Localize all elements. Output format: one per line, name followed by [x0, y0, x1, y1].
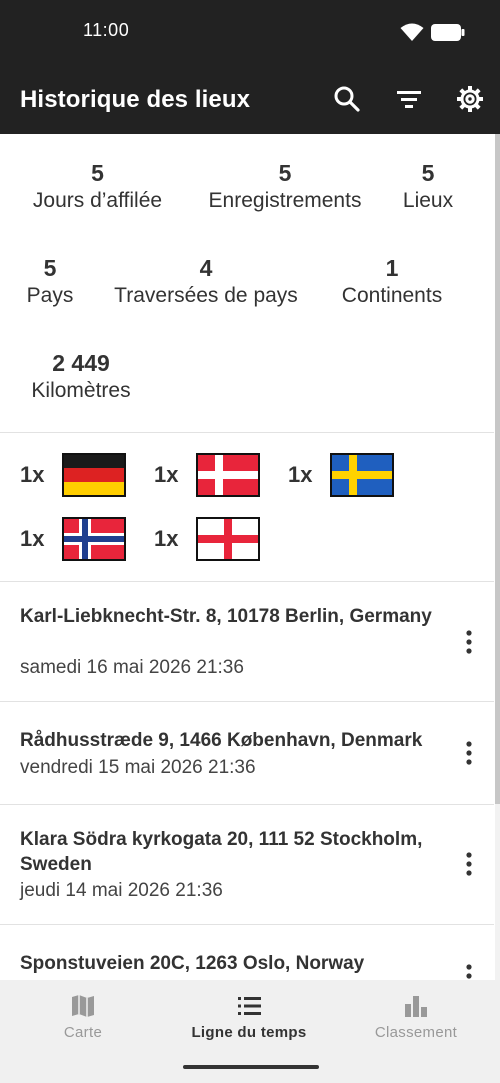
flag-item-denmark: 1x — [154, 453, 260, 497]
list-item[interactable]: Klara Södra kyrkogata 20, 111 52 Stockho… — [0, 805, 494, 924]
entry-address: Klara Södra kyrkogata 20, 111 52 Stockho… — [20, 829, 423, 875]
battery-icon — [431, 24, 465, 41]
norway-flag-icon — [62, 517, 126, 561]
entry-address: Rådhusstræde 9, 1466 København, Denmark — [20, 730, 423, 751]
more-vert-icon[interactable] — [459, 629, 479, 655]
map-icon — [72, 995, 94, 1017]
nav-label: Classement — [374, 1024, 458, 1041]
flag-count: 1x — [154, 462, 179, 487]
nav-item-map[interactable]: Carte — [0, 992, 166, 1041]
filter-icon[interactable] — [394, 84, 424, 114]
sweden-flag-icon — [330, 453, 394, 497]
home-indicator[interactable] — [183, 1065, 319, 1069]
stat-value: 5 — [421, 160, 435, 186]
entry-date: vendredi 15 mai 2026 21:36 — [20, 757, 256, 778]
entry-date: samedi 16 mai 2026 21:36 — [20, 657, 244, 678]
flag-item-sweden: 1x — [288, 453, 394, 497]
more-vert-icon[interactable] — [459, 963, 479, 980]
list-item[interactable]: Sponstuveien 20C, 1263 Oslo, Norway — [0, 925, 494, 980]
list-icon — [238, 997, 261, 1015]
stat-value: 5 — [43, 255, 57, 281]
stat-country-crossings: 4 Traversées de pays — [100, 254, 312, 310]
germany-flag-icon — [62, 453, 126, 497]
flag-count: 1x — [288, 462, 313, 487]
list-item[interactable]: Karl-Liebknecht-Str. 8, 10178 Berlin, Ge… — [0, 582, 494, 701]
flag-item-germany: 1x — [20, 453, 126, 497]
page-title: Historique des lieux — [20, 86, 251, 113]
nav-label: Ligne du temps — [191, 1024, 307, 1041]
stat-streak-days: 5 Jours d’affilée — [20, 159, 175, 215]
flag-count: 1x — [20, 462, 45, 487]
scrollbar-thumb[interactable] — [495, 134, 500, 804]
flag-item-england: 1x — [154, 517, 260, 561]
stat-label: Jours d’affilée — [32, 189, 163, 212]
nav-item-ranking[interactable]: Classement — [333, 992, 499, 1041]
stats-panel: 5 Jours d’affilée 5 Enregistrements 5 Li… — [0, 134, 494, 432]
stat-label: Kilomètres — [31, 379, 131, 402]
stat-label: Pays — [26, 284, 74, 307]
stat-value: 5 — [91, 160, 104, 186]
stat-label: Continents — [341, 284, 443, 307]
status-time: 11:00 — [83, 20, 130, 40]
more-vert-icon[interactable] — [459, 851, 479, 877]
gear-icon[interactable] — [455, 84, 485, 114]
entry-date: jeudi 14 mai 2026 21:36 — [20, 880, 223, 901]
search-icon[interactable] — [332, 84, 362, 114]
flag-count: 1x — [20, 526, 45, 551]
stat-value: 1 — [385, 255, 399, 281]
bar-chart-icon — [405, 996, 427, 1017]
stat-continents: 1 Continents — [330, 254, 454, 310]
nav-item-timeline[interactable]: Ligne du temps — [166, 992, 332, 1041]
entry-address: Sponstuveien 20C, 1263 Oslo, Norway — [20, 953, 365, 974]
stat-places: 5 Lieux — [395, 159, 461, 215]
country-flags: 1x 1x 1x 1x 1x — [0, 433, 494, 581]
stat-label: Lieux — [402, 189, 454, 212]
stat-value: 4 — [199, 255, 213, 281]
status-bar: 11:00 — [0, 0, 500, 64]
wifi-icon — [400, 23, 424, 41]
stat-label: Enregistrements — [208, 189, 362, 212]
nav-label: Carte — [63, 1024, 103, 1041]
more-vert-icon[interactable] — [459, 740, 479, 766]
list-item[interactable]: Rådhusstræde 9, 1466 København, Denmark … — [0, 702, 494, 804]
stat-countries: 5 Pays — [20, 254, 80, 310]
denmark-flag-icon — [196, 453, 260, 497]
stat-label: Traversées de pays — [114, 284, 298, 307]
flag-count: 1x — [154, 526, 179, 551]
app-bar: Historique des lieux — [0, 64, 500, 134]
stat-checkins: 5 Enregistrements — [195, 159, 375, 215]
stat-kilometers: 2 449 Kilomètres — [20, 349, 142, 405]
flag-item-norway: 1x — [20, 517, 126, 561]
stat-value: 5 — [278, 160, 292, 186]
england-flag-icon — [196, 517, 260, 561]
stat-value: 2 449 — [52, 350, 110, 376]
entry-address: Karl-Liebknecht-Str. 8, 10178 Berlin, Ge… — [20, 606, 432, 627]
